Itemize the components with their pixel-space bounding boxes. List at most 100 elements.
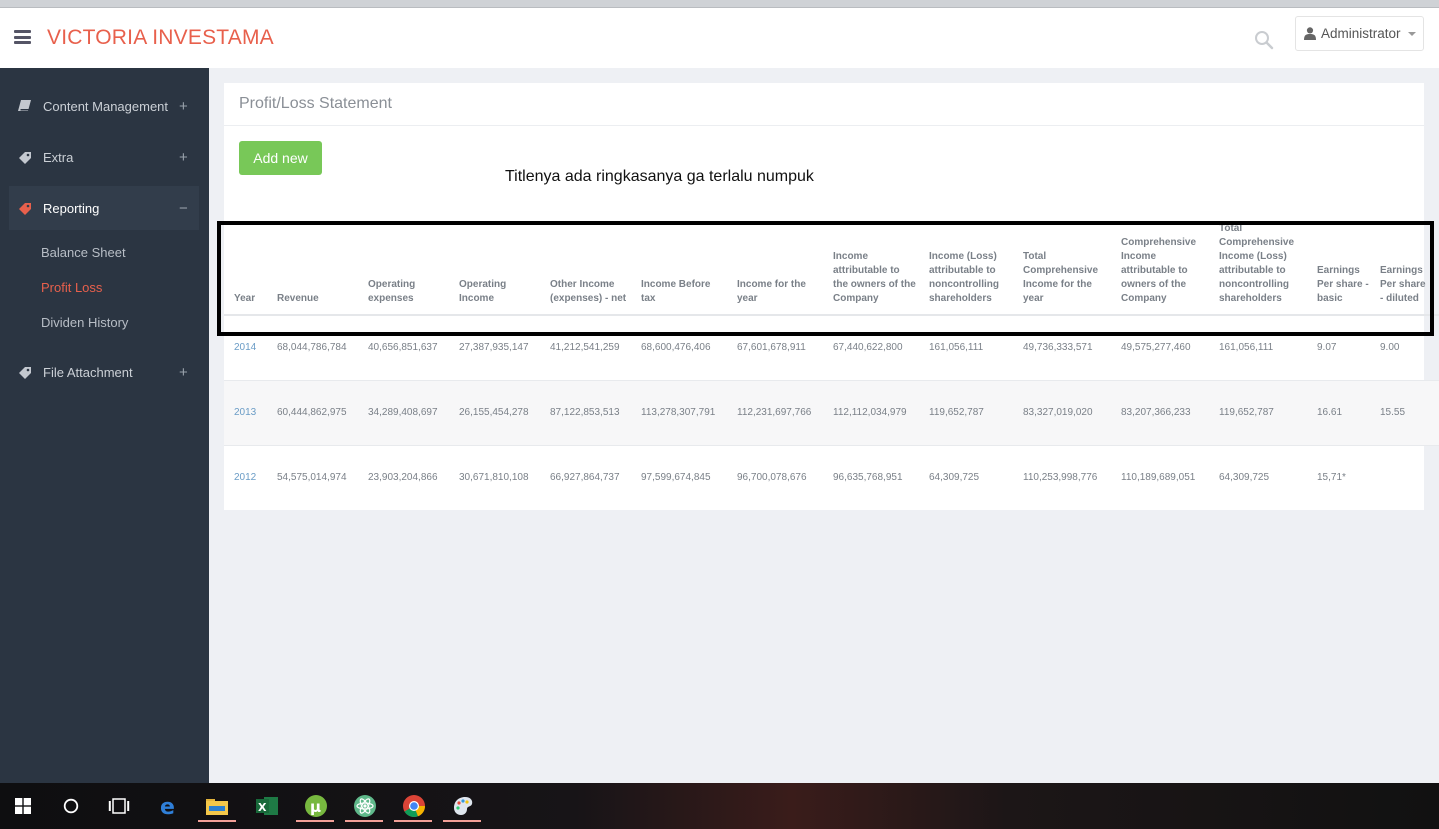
table-row[interactable]: 2014 68,044,786,784 40,656,851,637 27,38… [224, 316, 1439, 381]
divider [224, 125, 1424, 126]
cell-eps-basic: 16.61 [1317, 407, 1343, 418]
active-app-indicator [394, 820, 432, 822]
sidebar-item-label: File Attachment [43, 364, 133, 380]
cell-comprehensive-noncontrolling: 161,056,111 [1219, 342, 1274, 353]
cell-operating-income: 30,671,810,108 [459, 472, 529, 483]
cell-operating-income: 26,155,454,278 [459, 407, 529, 418]
active-app-indicator [345, 820, 383, 822]
cell-eps-basic: 9.07 [1317, 342, 1337, 353]
cell-comprehensive-owners: 110,189,689,051 [1121, 472, 1196, 483]
atom-icon[interactable] [350, 791, 380, 821]
menu-toggle-icon[interactable] [14, 30, 31, 44]
expand-toggle-icon[interactable]: + [179, 98, 199, 115]
paint-icon[interactable] [448, 791, 478, 821]
cell-income-before-tax: 68,600,476,406 [641, 342, 711, 353]
cell-year[interactable]: 2014 [234, 342, 256, 353]
cell-income-before-tax: 97,599,674,845 [641, 472, 711, 483]
sidebar-subitem-dividen-history[interactable]: Dividen History [41, 315, 128, 330]
cell-total-comprehensive: 83,327,019,020 [1023, 407, 1093, 418]
cell-operating-expenses: 40,656,851,637 [368, 342, 438, 353]
column-header-total-comprehensive-noncontrolling[interactable]: Total Comprehensive Income (Loss) attrib… [1219, 222, 1307, 306]
column-header-comprehensive-income-owners[interactable]: Comprehensive Income attributable to own… [1121, 236, 1209, 306]
cell-revenue: 60,444,862,975 [277, 407, 347, 418]
sidebar-item-reporting[interactable]: Reporting − [9, 186, 199, 230]
windows-start-icon[interactable] [8, 791, 38, 821]
search-icon[interactable] [1254, 30, 1274, 50]
cell-comprehensive-noncontrolling: 119,652,787 [1219, 407, 1274, 418]
cell-revenue: 68,044,786,784 [277, 342, 347, 353]
cell-total-comprehensive: 49,736,333,571 [1023, 342, 1093, 353]
table-row[interactable]: 2013 60,444,862,975 34,289,408,697 26,15… [224, 381, 1439, 446]
cell-income-before-tax: 113,278,307,791 [641, 407, 716, 418]
cell-income-for-year: 67,601,678,911 [737, 342, 806, 353]
cortana-search-icon[interactable] [56, 791, 86, 821]
cell-eps-diluted: 9.00 [1380, 342, 1400, 353]
sidebar: Content Management + Extra + Reporting −… [0, 68, 209, 783]
cell-income-noncontrolling: 119,652,787 [929, 407, 984, 418]
sidebar-item-extra[interactable]: Extra + [9, 135, 199, 179]
cell-income-for-year: 96,700,078,676 [737, 472, 807, 483]
table-header-row: Year Revenue Operating expenses Operatin… [224, 216, 1439, 313]
column-header-total-comprehensive-income[interactable]: Total Comprehensive Income for the year [1023, 250, 1109, 306]
column-header-eps-basic[interactable]: Earnings Per share - basic [1317, 264, 1369, 306]
tag-icon [18, 202, 42, 215]
sidebar-item-label: Extra [43, 149, 74, 165]
column-header-revenue[interactable]: Revenue [277, 292, 357, 306]
sidebar-item-label: Reporting [43, 200, 100, 216]
sidebar-subitem-profit-loss[interactable]: Profit Loss [41, 280, 102, 295]
utorrent-icon[interactable]: μ [301, 791, 331, 821]
svg-text:e: e [160, 795, 175, 817]
chrome-icon[interactable] [399, 791, 429, 821]
cell-eps-basic: 15,71* [1317, 472, 1346, 483]
svg-text:X: X [258, 801, 267, 814]
cell-other-income: 41,212,541,259 [550, 342, 620, 353]
cell-eps-diluted: 15.55 [1380, 407, 1406, 418]
annotation-note: Titlenya ada ringkasanya ga terlalu nump… [505, 168, 814, 185]
column-header-income-before-tax[interactable]: Income Before tax [641, 278, 725, 306]
add-new-button[interactable]: Add new [239, 141, 322, 175]
cell-revenue: 54,575,014,974 [277, 472, 347, 483]
chevron-down-icon [1407, 31, 1416, 36]
column-header-eps-diluted[interactable]: Earnings Per share - diluted [1380, 264, 1428, 306]
top-bar: VICTORIA INVESTAMA Administrator [0, 8, 1439, 68]
expand-toggle-icon[interactable]: + [179, 364, 199, 381]
svg-text:μ: μ [310, 798, 321, 816]
column-header-operating-income[interactable]: Operating Income [459, 278, 539, 306]
windows-taskbar: e X μ [0, 783, 1439, 829]
sidebar-item-label: Content Management [43, 98, 169, 114]
expand-toggle-icon[interactable]: + [179, 149, 199, 166]
task-view-icon[interactable] [104, 791, 134, 821]
cell-year[interactable]: 2012 [234, 472, 256, 483]
cell-year[interactable]: 2013 [234, 407, 256, 418]
cell-other-income: 66,927,864,737 [550, 472, 620, 483]
table-row[interactable]: 2012 54,575,014,974 23,903,204,866 30,67… [224, 446, 1439, 511]
cell-comprehensive-owners: 49,575,277,460 [1121, 342, 1191, 353]
file-explorer-icon[interactable] [202, 791, 232, 821]
sidebar-subitem-balance-sheet[interactable]: Balance Sheet [41, 245, 126, 260]
active-app-indicator [443, 820, 481, 822]
excel-icon[interactable]: X [252, 791, 282, 821]
cell-comprehensive-owners: 83,207,366,233 [1121, 407, 1191, 418]
cell-other-income: 87,122,853,513 [550, 407, 620, 418]
user-menu-button[interactable]: Administrator [1295, 16, 1424, 51]
brand-title[interactable]: VICTORIA INVESTAMA [47, 26, 274, 50]
collapse-toggle-icon[interactable]: − [179, 200, 199, 217]
column-header-income-attributable-owners[interactable]: Income attributable to the owners of the… [833, 250, 917, 306]
sidebar-item-content-management[interactable]: Content Management + [9, 84, 199, 128]
column-header-year[interactable]: Year [234, 292, 270, 306]
cell-income-noncontrolling: 161,056,111 [929, 342, 984, 353]
cell-comprehensive-noncontrolling: 64,309,725 [1219, 472, 1270, 483]
sidebar-item-file-attachment[interactable]: File Attachment + [9, 350, 199, 394]
column-header-income-for-the-year[interactable]: Income for the year [737, 278, 823, 306]
column-header-operating-expenses[interactable]: Operating expenses [368, 278, 448, 306]
user-icon [1304, 27, 1316, 40]
edge-icon[interactable]: e [154, 791, 184, 821]
active-app-indicator [198, 820, 236, 822]
user-menu-label: Administrator [1321, 26, 1401, 41]
column-header-income-loss-noncontrolling[interactable]: Income (Loss) attributable to noncontrol… [929, 250, 1013, 306]
cell-operating-income: 27,387,935,147 [459, 342, 529, 353]
cell-operating-expenses: 34,289,408,697 [368, 407, 438, 418]
cell-income-noncontrolling: 64,309,725 [929, 472, 980, 483]
cell-income-for-year: 112,231,697,766 [737, 407, 812, 418]
column-header-other-income[interactable]: Other Income (expenses) - net [550, 278, 632, 306]
